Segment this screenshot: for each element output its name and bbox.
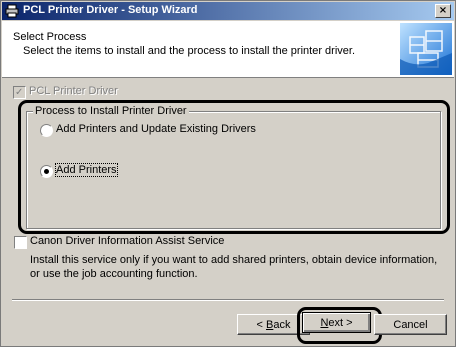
- setup-wizard-window: PCL Printer Driver - Setup Wizard × Sele…: [0, 0, 456, 347]
- page-title: Select Process: [13, 31, 87, 43]
- button-separator: [12, 299, 444, 301]
- back-button-rest: ack: [273, 319, 291, 331]
- checkmark-icon: ✓: [15, 87, 24, 98]
- radio-selected-dot: [44, 169, 49, 174]
- cancel-button[interactable]: Cancel: [374, 314, 447, 335]
- wizard-header: Select Process Select the items to insta…: [2, 21, 454, 78]
- radio-add-and-update[interactable]: [40, 124, 53, 137]
- radio-add-printers[interactable]: [40, 165, 53, 178]
- process-group-label: Process to Install Printer Driver: [33, 105, 189, 117]
- assist-service-checkbox[interactable]: [14, 236, 27, 249]
- page-subtitle: Select the items to install and the proc…: [23, 45, 355, 57]
- pcl-driver-checkbox[interactable]: ✓: [13, 86, 26, 99]
- close-button[interactable]: ×: [435, 4, 451, 18]
- assist-service-label[interactable]: Canon Driver Information Assist Service: [30, 235, 224, 247]
- printer-install-graphic-icon: [400, 23, 452, 75]
- close-icon: ×: [438, 5, 448, 16]
- next-button[interactable]: Next >: [302, 312, 371, 333]
- printer-app-icon: [5, 4, 19, 18]
- radio-add-and-update-label[interactable]: Add Printers and Update Existing Drivers: [56, 123, 256, 135]
- back-button-prefix: <: [256, 319, 266, 331]
- pcl-driver-label: PCL Printer Driver: [29, 85, 118, 97]
- radio-add-printers-label[interactable]: Add Printers: [55, 163, 118, 177]
- assist-service-description: Install this service only if you want to…: [30, 254, 438, 280]
- window-title: PCL Printer Driver - Setup Wizard: [23, 4, 198, 16]
- next-button-rest: ext >: [328, 317, 353, 329]
- title-bar[interactable]: PCL Printer Driver - Setup Wizard ×: [2, 2, 454, 20]
